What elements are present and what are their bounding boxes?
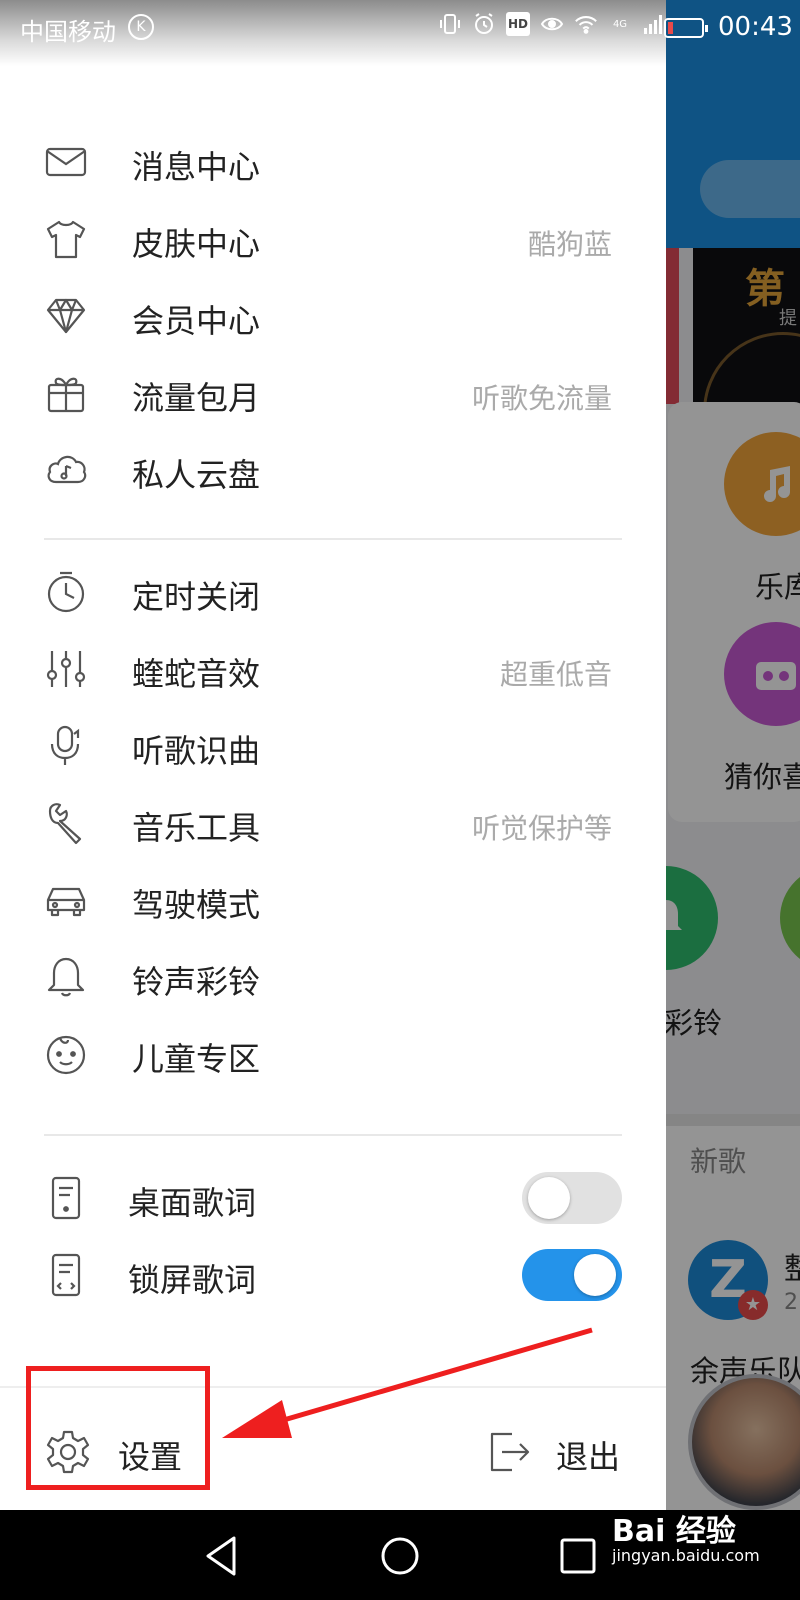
vibrate-icon (438, 12, 462, 36)
status-icons: HD 4G (438, 12, 666, 36)
menu-hint: 酷狗蓝 (527, 228, 612, 261)
signal-icon (642, 12, 666, 36)
menu-label: 蝰蛇音效 (132, 655, 261, 693)
menu-item-messages[interactable]: 消息中心 (0, 126, 666, 196)
toggle-knob (528, 1177, 570, 1219)
back-button[interactable] (194, 1528, 250, 1584)
watermark-url: jingyan.baidu.com (612, 1546, 760, 1565)
cloud-music-icon (44, 448, 88, 492)
desktop-lyrics-icon (44, 1176, 88, 1220)
menu-item-kids-zone[interactable]: 儿童专区 (0, 1018, 666, 1088)
recents-square-icon (560, 1538, 596, 1574)
menu-item-sound-effects[interactable]: 蝰蛇音效 超重低音 (0, 633, 666, 703)
clock: 00:43 (718, 12, 793, 42)
watermark: Bai 经验 jingyan.baidu.com (612, 1506, 760, 1565)
mail-icon (44, 140, 88, 184)
desktop-lyrics-toggle[interactable] (522, 1172, 622, 1224)
lockscreen-lyrics-toggle[interactable] (522, 1249, 622, 1301)
menu-label: 音乐工具 (132, 809, 261, 847)
menu-label: 皮肤中心 (132, 225, 261, 263)
network-type: 4G (612, 18, 628, 30)
diamond-icon (44, 294, 88, 338)
baby-face-icon (44, 1032, 88, 1076)
menu-item-ringtones[interactable]: 铃声彩铃 (0, 941, 666, 1011)
lockscreen-lyrics-row: 锁屏歌词 (0, 1239, 666, 1309)
status-bar: 中国移动 K HD 4G 00:43 (0, 0, 800, 56)
menu-label: 定时关闭 (132, 578, 261, 616)
menu-item-data-plan[interactable]: 流量包月 听歌免流量 (0, 357, 666, 427)
home-circle-icon (381, 1537, 419, 1575)
battery-level (668, 22, 673, 34)
menu-item-song-recognition[interactable]: 听歌识曲 (0, 710, 666, 780)
eye-icon (540, 12, 564, 36)
tshirt-icon (44, 217, 88, 261)
menu-label: 驾驶模式 (132, 886, 261, 924)
mic-icon (44, 724, 88, 768)
menu-label: 消息中心 (132, 148, 261, 186)
desktop-lyrics-row: 桌面歌词 (0, 1162, 666, 1232)
menu-label: 流量包月 (132, 379, 261, 417)
exit-icon (486, 1428, 532, 1476)
logout-label: 退出 (556, 1438, 621, 1476)
lockscreen-lyrics-icon (44, 1253, 88, 1297)
watermark-main: Bai 经验 (612, 1514, 736, 1549)
menu-divider (44, 538, 622, 540)
menu-item-membership[interactable]: 会员中心 (0, 280, 666, 350)
carrier-badge-icon: K (128, 14, 154, 40)
battery-icon (664, 18, 708, 38)
menu-item-driving-mode[interactable]: 驾驶模式 (0, 864, 666, 934)
logout-button[interactable]: 退出 (484, 1412, 644, 1492)
menu-label: 桌面歌词 (128, 1184, 257, 1222)
recents-button[interactable] (550, 1528, 606, 1584)
menu-label: 会员中心 (132, 302, 261, 340)
menu-divider (44, 1134, 622, 1136)
bell-icon (44, 955, 88, 999)
menu-hint: 听觉保护等 (471, 812, 612, 845)
hd-icon: HD (506, 12, 530, 36)
equalizer-icon (44, 647, 88, 691)
menu-item-skins[interactable]: 皮肤中心 酷狗蓝 (0, 203, 666, 273)
menu-item-sleep-timer[interactable]: 定时关闭 (0, 556, 666, 626)
back-triangle-icon (206, 1536, 236, 1576)
menu-label: 锁屏歌词 (128, 1261, 257, 1299)
wifi-icon (574, 12, 598, 36)
menu-hint: 超重低音 (499, 658, 612, 691)
menu-label: 私人云盘 (132, 456, 261, 494)
menu-item-cloud-drive[interactable]: 私人云盘 (0, 434, 666, 504)
home-button[interactable] (372, 1528, 428, 1584)
menu-label: 铃声彩铃 (132, 963, 261, 1001)
menu-label: 听歌识曲 (132, 732, 261, 770)
carrier-name: 中国移动 (20, 18, 116, 46)
toggle-knob (574, 1254, 616, 1296)
wrench-icon (44, 801, 88, 845)
menu-hint: 听歌免流量 (471, 382, 612, 415)
menu-label: 儿童专区 (132, 1040, 261, 1078)
side-drawer: 消息中心 皮肤中心 酷狗蓝 会员中心 流量包月 听歌免流量 私人云盘 定时关闭 … (0, 0, 666, 1510)
alarm-icon (472, 12, 496, 36)
car-icon (44, 878, 88, 922)
timer-icon (44, 570, 88, 614)
gift-icon (44, 371, 88, 415)
menu-item-music-tools[interactable]: 音乐工具 听觉保护等 (0, 787, 666, 857)
highlight-box (26, 1366, 210, 1490)
